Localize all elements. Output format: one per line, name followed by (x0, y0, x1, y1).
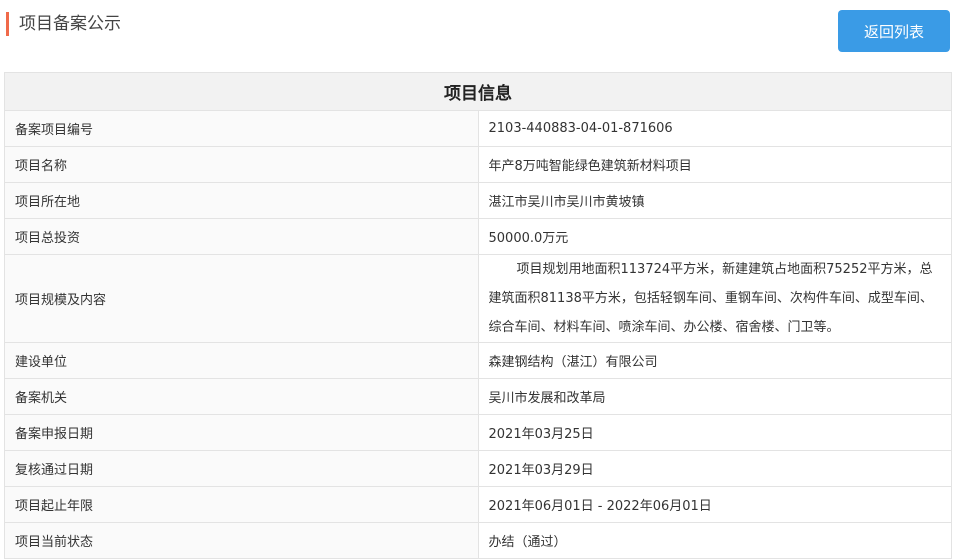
row-label: 项目名称 (4, 146, 479, 183)
row-label: 项目当前状态 (4, 522, 479, 559)
page-title: 项目备案公示 (19, 14, 121, 34)
table-row: 备案项目编号 2103-440883-04-01-871606 (4, 110, 952, 147)
row-label: 项目规模及内容 (4, 254, 479, 343)
table-row: 复核通过日期 2021年03月29日 (4, 450, 952, 487)
row-value-text: 项目规划用地面积113724平方米，新建建筑占地面积75252平方米，总建筑面积… (488, 262, 933, 335)
project-info-table: 项目信息 备案项目编号 2103-440883-04-01-871606 项目名… (4, 72, 952, 559)
row-label: 项目所在地 (4, 182, 479, 219)
row-value: 2103-440883-04-01-871606 (477, 110, 952, 147)
table-row: 项目规模及内容 项目规划用地面积113724平方米，新建建筑占地面积75252平… (4, 254, 952, 343)
table-row: 备案机关 吴川市发展和改革局 (4, 378, 952, 415)
table-row: 项目所在地 湛江市吴川市吴川市黄坡镇 (4, 182, 952, 219)
table-row: 项目总投资 50000.0万元 (4, 218, 952, 255)
row-label: 复核通过日期 (4, 450, 479, 487)
table-title: 项目信息 (4, 72, 952, 111)
row-label: 备案申报日期 (4, 414, 479, 451)
table-row: 备案申报日期 2021年03月25日 (4, 414, 952, 451)
row-value: 50000.0万元 (477, 218, 952, 255)
row-value: 2021年03月29日 (477, 450, 952, 487)
row-label: 项目总投资 (4, 218, 479, 255)
row-label: 备案机关 (4, 378, 479, 415)
row-value: 年产8万吨智能绿色建筑新材料项目 (477, 146, 952, 183)
row-value: 办结（通过） (477, 522, 952, 559)
row-label: 备案项目编号 (4, 110, 479, 147)
back-to-list-button[interactable]: 返回列表 (838, 10, 950, 52)
row-label: 项目起止年限 (4, 486, 479, 523)
row-value: 2021年06月01日 - 2022年06月01日 (477, 486, 952, 523)
row-value: 森建钢结构（湛江）有限公司 (477, 342, 952, 379)
table-row: 建设单位 森建钢结构（湛江）有限公司 (4, 342, 952, 379)
row-label: 建设单位 (4, 342, 479, 379)
table-header-row: 项目信息 (4, 72, 952, 111)
row-value-paragraph: 项目规划用地面积113724平方米，新建建筑占地面积75252平方米，总建筑面积… (477, 254, 952, 343)
page-header: 项目备案公示 返回列表 (0, 0, 956, 60)
title-accent-bar (6, 12, 9, 36)
row-value: 2021年03月25日 (477, 414, 952, 451)
row-value: 湛江市吴川市吴川市黄坡镇 (477, 182, 952, 219)
table-row: 项目当前状态 办结（通过） (4, 522, 952, 559)
table-row: 项目起止年限 2021年06月01日 - 2022年06月01日 (4, 486, 952, 523)
row-value: 吴川市发展和改革局 (477, 378, 952, 415)
table-row: 项目名称 年产8万吨智能绿色建筑新材料项目 (4, 146, 952, 183)
